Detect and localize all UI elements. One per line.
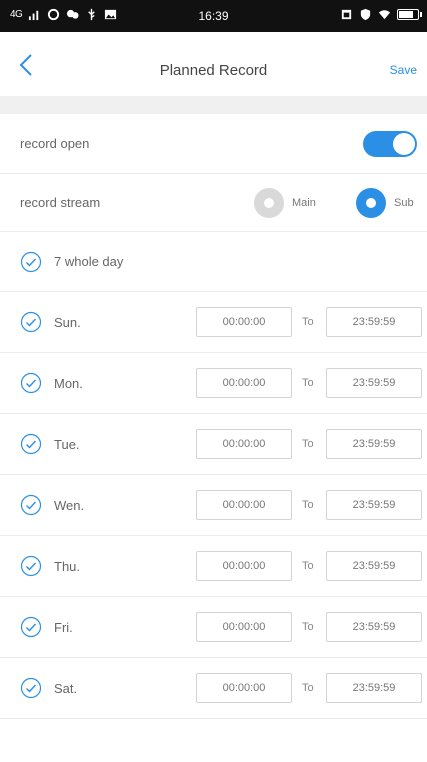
whole-day-row: 7 whole day [0, 232, 427, 292]
end-time-field[interactable]: 23:59:59 [326, 612, 422, 642]
record-open-toggle[interactable] [363, 130, 417, 157]
stream-main-label: Main [292, 196, 316, 209]
record-stream-row: record stream Main Sub [0, 174, 427, 232]
end-time-field[interactable]: 23:59:59 [326, 307, 422, 337]
check-circle-icon[interactable] [20, 251, 42, 273]
day-label: Wen. [54, 497, 85, 513]
day-row: Tue. 00:00:00 To 23:59:59 [0, 414, 427, 475]
end-time-field[interactable]: 23:59:59 [326, 429, 422, 459]
section-divider [0, 96, 427, 114]
record-open-label: record open [20, 136, 90, 151]
battery-icon [397, 9, 422, 20]
shield-icon [360, 8, 371, 21]
check-circle-icon[interactable] [20, 494, 42, 516]
day-label: Mon. [54, 375, 83, 391]
start-time-field[interactable]: 00:00:00 [196, 673, 292, 703]
start-time-field[interactable]: 00:00:00 [196, 551, 292, 581]
check-circle-icon[interactable] [20, 616, 42, 638]
record-stream-label: record stream [20, 195, 101, 210]
day-row: Thu. 00:00:00 To 23:59:59 [0, 536, 427, 597]
start-time-field[interactable]: 00:00:00 [196, 307, 292, 337]
day-label: Tue. [54, 436, 80, 452]
wifi-icon [378, 10, 391, 20]
day-row: Sat. 00:00:00 To 23:59:59 [0, 658, 427, 719]
toggle-knob [393, 132, 415, 155]
check-circle-icon[interactable] [20, 372, 42, 394]
start-time-field[interactable]: 00:00:00 [196, 490, 292, 520]
day-label: Thu. [54, 558, 81, 574]
to-label: To [302, 438, 314, 450]
start-time-field[interactable]: 00:00:00 [196, 368, 292, 398]
calendar-icon [341, 9, 352, 20]
page-title: Planned Record [159, 62, 268, 79]
day-label: Sun. [54, 314, 81, 330]
to-label: To [302, 621, 314, 633]
day-row: Fri. 00:00:00 To 23:59:59 [0, 597, 427, 658]
record-open-row: record open [0, 114, 427, 174]
to-label: To [302, 316, 314, 328]
end-time-field[interactable]: 23:59:59 [326, 490, 422, 520]
back-arrow-icon[interactable] [14, 52, 40, 78]
end-time-field[interactable]: 23:59:59 [326, 368, 422, 398]
to-label: To [302, 377, 314, 389]
day-label: Fri. [54, 619, 73, 635]
stream-sub-radio[interactable]: Sub [356, 187, 414, 218]
day-label: Sat. [54, 680, 78, 696]
check-circle-icon[interactable] [20, 555, 42, 577]
day-row: Sun. 00:00:00 To 23:59:59 [0, 292, 427, 353]
check-circle-icon[interactable] [20, 311, 42, 333]
stream-main-radio[interactable]: Main [254, 187, 316, 218]
check-circle-icon[interactable] [20, 433, 42, 455]
start-time-field[interactable]: 00:00:00 [196, 429, 292, 459]
whole-day-label: 7 whole day [54, 254, 124, 269]
radio-on-icon [356, 187, 386, 218]
check-circle-icon[interactable] [20, 677, 42, 699]
to-label: To [302, 682, 314, 694]
stream-sub-label: Sub [394, 196, 414, 209]
to-label: To [302, 560, 314, 572]
start-time-field[interactable]: 00:00:00 [196, 612, 292, 642]
day-row: Wen. 00:00:00 To 23:59:59 [0, 475, 427, 536]
radio-off-icon [254, 187, 284, 218]
save-button[interactable]: Save [390, 63, 417, 77]
end-time-field[interactable]: 23:59:59 [326, 551, 422, 581]
navigation-bar: Planned Record Save [0, 32, 427, 96]
end-time-field[interactable]: 23:59:59 [326, 673, 422, 703]
to-label: To [302, 499, 314, 511]
status-bar: 4G 16:39 [0, 0, 427, 32]
day-row: Mon. 00:00:00 To 23:59:59 [0, 353, 427, 414]
status-right [340, 8, 422, 21]
